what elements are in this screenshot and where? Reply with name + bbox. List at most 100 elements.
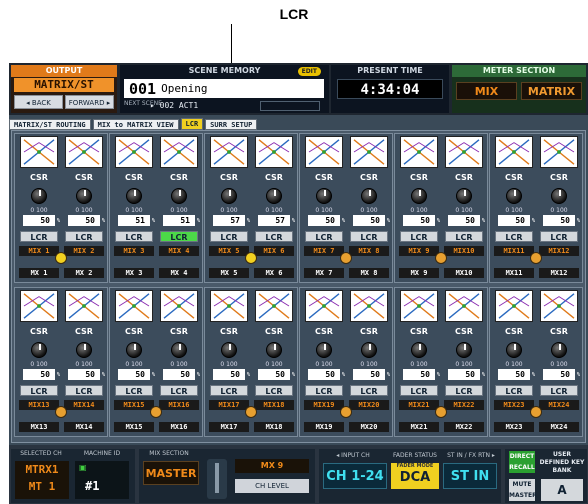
csr-knob[interactable]	[221, 342, 237, 358]
stereo-link-icon[interactable]	[435, 406, 447, 418]
lcr-graph[interactable]	[115, 136, 153, 168]
lcr-button[interactable]: LCR	[350, 385, 388, 396]
selected-ch-value[interactable]: MTRX1 MT 1	[15, 461, 69, 499]
csr-knob[interactable]	[76, 342, 92, 358]
stereo-link-icon[interactable]	[150, 406, 162, 418]
lcr-button[interactable]: LCR	[255, 385, 293, 396]
lcr-button[interactable]: LCR	[160, 385, 198, 396]
csr-knob[interactable]	[361, 188, 377, 204]
lcr-button[interactable]: LCR	[65, 385, 103, 396]
dca-button[interactable]: FADER MODE DCA	[391, 463, 439, 489]
csr-knob[interactable]	[266, 188, 282, 204]
tab-matrix-st-routing[interactable]: MATRIX/ST ROUTING	[9, 119, 91, 130]
stereo-link-icon[interactable]	[435, 252, 447, 264]
lcr-graph[interactable]	[350, 136, 388, 168]
stereo-link-icon[interactable]	[55, 252, 67, 264]
csr-knob[interactable]	[456, 342, 472, 358]
csr-knob[interactable]	[31, 342, 47, 358]
csr-knob[interactable]	[76, 188, 92, 204]
lcr-button[interactable]: LCR	[400, 231, 438, 242]
stereo-link-icon[interactable]	[530, 406, 542, 418]
lcr-graph[interactable]	[540, 136, 578, 168]
lcr-button[interactable]: LCR	[445, 231, 483, 242]
lcr-button[interactable]: LCR	[495, 385, 533, 396]
csr-knob[interactable]	[411, 188, 427, 204]
csr-knob[interactable]	[316, 188, 332, 204]
csr-knob[interactable]	[551, 188, 567, 204]
lcr-button[interactable]: LCR	[160, 231, 198, 242]
meter-mix-button[interactable]: MIX	[456, 82, 517, 100]
mix9-button[interactable]: MX 9	[235, 459, 309, 473]
lcr-graph[interactable]	[445, 136, 483, 168]
lcr-graph[interactable]	[65, 290, 103, 322]
tab-lcr[interactable]: LCR	[180, 118, 204, 130]
csr-knob[interactable]	[506, 342, 522, 358]
lcr-graph[interactable]	[255, 136, 293, 168]
lcr-graph[interactable]	[400, 136, 438, 168]
mute-master-button[interactable]: MUTE MASTER	[509, 479, 537, 501]
lcr-button[interactable]: LCR	[20, 385, 58, 396]
output-value[interactable]: MATRIX/ST	[14, 78, 114, 92]
lcr-button[interactable]: LCR	[115, 231, 153, 242]
csr-knob[interactable]	[171, 188, 187, 204]
csr-knob[interactable]	[316, 342, 332, 358]
stereo-link-icon[interactable]	[530, 252, 542, 264]
stereo-link-icon[interactable]	[340, 252, 352, 264]
csr-knob[interactable]	[31, 188, 47, 204]
csr-knob[interactable]	[126, 188, 142, 204]
lcr-button[interactable]: LCR	[350, 231, 388, 242]
lcr-button[interactable]: LCR	[540, 231, 578, 242]
back-button[interactable]: ◂ BACK	[14, 95, 63, 109]
csr-knob[interactable]	[411, 342, 427, 358]
lcr-button[interactable]: LCR	[65, 231, 103, 242]
csr-knob[interactable]	[171, 342, 187, 358]
csr-knob[interactable]	[221, 188, 237, 204]
csr-knob[interactable]	[266, 342, 282, 358]
direct-recall-button[interactable]: DIRECT RECALL	[509, 451, 535, 473]
lcr-graph[interactable]	[305, 290, 343, 322]
lcr-button[interactable]: LCR	[495, 231, 533, 242]
master-button[interactable]: MASTER	[143, 461, 199, 485]
lcr-button[interactable]: LCR	[210, 231, 248, 242]
lcr-graph[interactable]	[495, 136, 533, 168]
lcr-button[interactable]: LCR	[305, 385, 343, 396]
meter-matrix-button[interactable]: MATRIX	[521, 82, 582, 100]
lcr-graph[interactable]	[65, 136, 103, 168]
lcr-graph[interactable]	[160, 290, 198, 322]
csr-knob[interactable]	[456, 188, 472, 204]
lcr-graph[interactable]	[400, 290, 438, 322]
ch-level-button[interactable]: CH LEVEL	[235, 479, 309, 493]
stereo-link-icon[interactable]	[245, 252, 257, 264]
lcr-button[interactable]: LCR	[115, 385, 153, 396]
lcr-graph[interactable]	[160, 136, 198, 168]
csr-knob[interactable]	[551, 342, 567, 358]
lcr-button[interactable]: LCR	[20, 231, 58, 242]
lcr-graph[interactable]	[350, 290, 388, 322]
lcr-graph[interactable]	[540, 290, 578, 322]
scene-display[interactable]: 001 Opening	[124, 79, 324, 98]
lcr-button[interactable]: LCR	[540, 385, 578, 396]
ch-1-24-button[interactable]: CH 1-24	[323, 463, 387, 489]
st-in-button[interactable]: ST IN	[443, 463, 497, 489]
lcr-graph[interactable]	[210, 136, 248, 168]
lcr-button[interactable]: LCR	[400, 385, 438, 396]
lcr-graph[interactable]	[495, 290, 533, 322]
lcr-graph[interactable]	[20, 136, 58, 168]
stereo-link-icon[interactable]	[55, 406, 67, 418]
lcr-button[interactable]: LCR	[210, 385, 248, 396]
tab-mix-to-matrix-view[interactable]: MIX to MATRIX VIEW	[92, 119, 179, 130]
lcr-graph[interactable]	[20, 290, 58, 322]
lcr-graph[interactable]	[255, 290, 293, 322]
lcr-button[interactable]: LCR	[445, 385, 483, 396]
lcr-button[interactable]: LCR	[305, 231, 343, 242]
lcr-graph[interactable]	[210, 290, 248, 322]
csr-knob[interactable]	[506, 188, 522, 204]
lcr-graph[interactable]	[115, 290, 153, 322]
lcr-button[interactable]: LCR	[255, 231, 293, 242]
csr-knob[interactable]	[361, 342, 377, 358]
lcr-graph[interactable]	[445, 290, 483, 322]
csr-knob[interactable]	[126, 342, 142, 358]
bank-button[interactable]: A	[541, 479, 583, 501]
forward-button[interactable]: FORWARD ▸	[65, 95, 114, 109]
lcr-graph[interactable]	[305, 136, 343, 168]
